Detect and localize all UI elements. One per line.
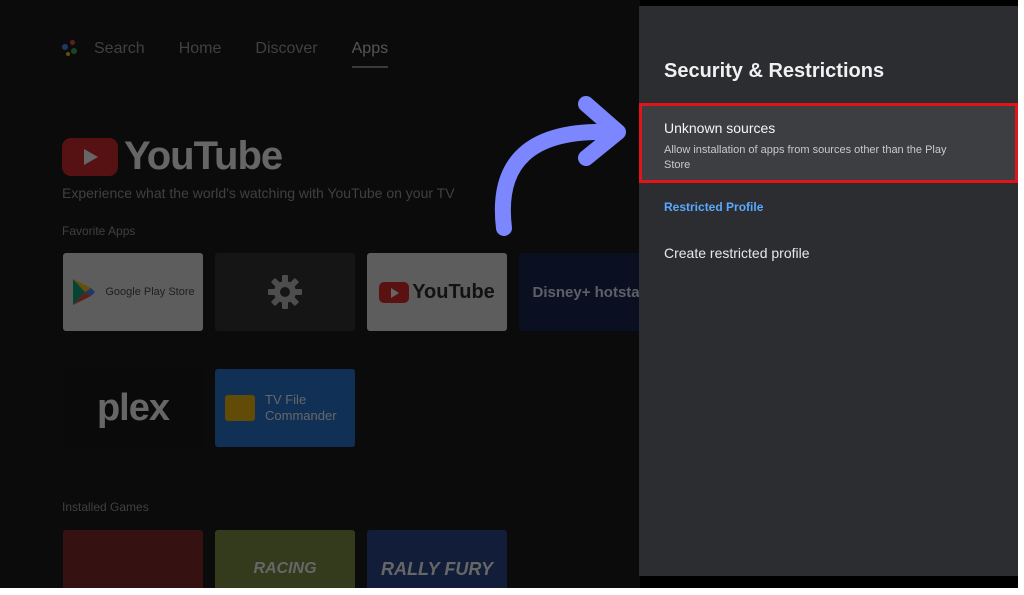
app-tile-tv-file-commander[interactable]: TV File Commander [215,369,355,447]
app-tile-label: TV File Commander [265,392,337,423]
create-restricted-profile-option[interactable]: Create restricted profile [664,245,810,261]
google-play-icon [73,279,96,305]
game-tile-racing[interactable]: RACING [215,530,355,588]
youtube-icon [379,281,410,303]
hero-brand: YouTube [124,134,283,178]
tv-screen: Search Home Discover Apps YouTube Experi… [0,0,1018,588]
hero-description: Experience what the world's watching wit… [62,185,455,201]
game-tile-rally-fury[interactable]: RALLY FURY [367,530,507,588]
pointer-arrow-icon [494,96,626,236]
youtube-hero-logo: YouTube [62,134,283,179]
gear-icon [268,275,302,309]
unknown-sources-description: Allow installation of apps from sources … [664,144,947,171]
unknown-sources-title: Unknown sources [664,120,776,136]
installed-games-label: Installed Games [62,500,149,514]
unknown-sources-option[interactable]: Unknown sources Allow installation of ap… [639,103,1018,183]
google-assistant-icon[interactable] [62,40,80,58]
top-navigation: Search Home Discover Apps [62,40,422,68]
game-tile-1[interactable] [63,530,203,588]
youtube-play-icon [62,137,118,176]
app-tile-plex[interactable]: plex [63,369,203,447]
app-tile-settings[interactable] [215,253,355,331]
nav-search[interactable]: Search [94,40,145,58]
panel-title: Security & Restrictions [664,60,885,82]
app-tile-label: YouTube [412,280,495,303]
app-tile-hotstar[interactable]: Disney+ hotstar [519,253,659,331]
home-screen-background: Search Home Discover Apps YouTube Experi… [0,0,659,588]
restricted-profile-header: Restricted Profile [664,200,764,214]
app-tile-label: Disney+ hotstar [532,283,646,301]
app-tile-youtube[interactable]: YouTube [367,253,507,331]
security-settings-panel: Security & Restrictions Unknown sources … [639,6,1018,576]
favorite-apps-label: Favorite Apps [62,224,136,238]
nav-home[interactable]: Home [179,40,222,58]
app-tile-label: Google Play Store [105,286,195,298]
nav-discover[interactable]: Discover [255,40,317,58]
nav-apps[interactable]: Apps [351,40,389,68]
game-tile-label: RALLY FURY [380,558,493,579]
app-tile-label: plex [96,386,170,429]
folder-icon [225,395,255,421]
app-tile-google-play[interactable]: Google Play Store [63,253,203,331]
game-tile-label: RACING [253,560,317,577]
